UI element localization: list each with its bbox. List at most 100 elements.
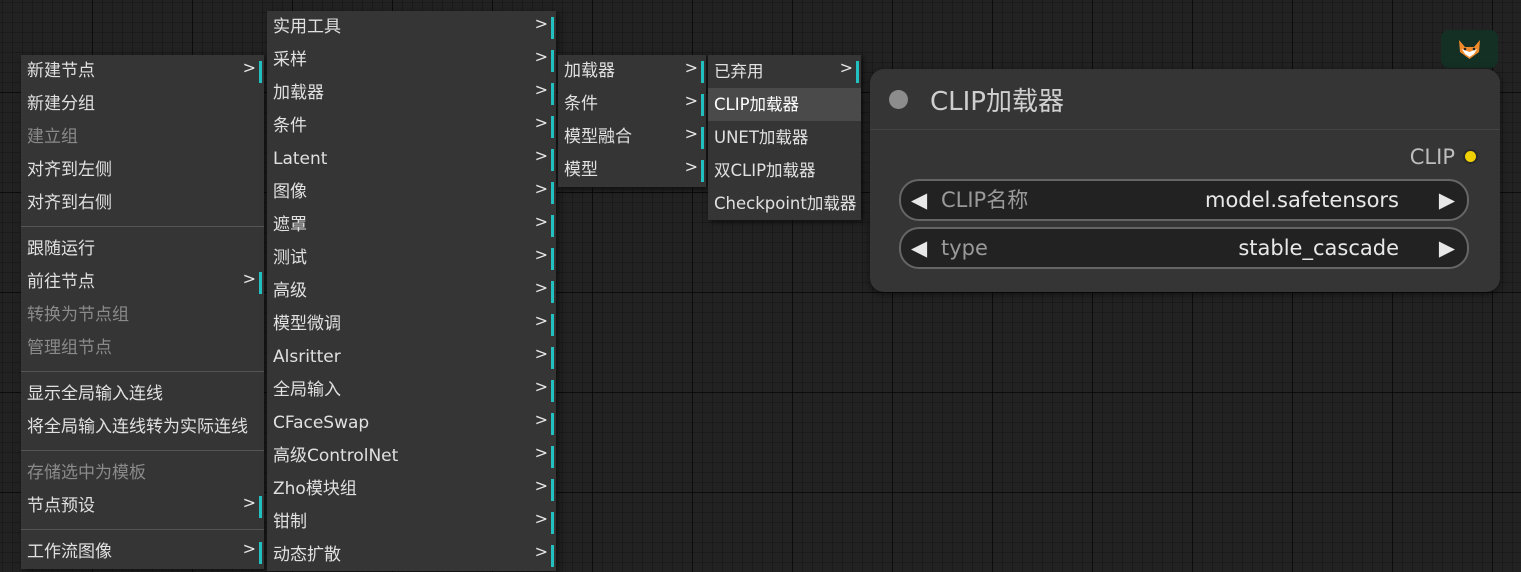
loader-item-checkpoint-loader[interactable]: Checkpoint加载器	[708, 187, 861, 220]
menu-item-label: 显示全局输入连线	[27, 384, 163, 404]
submenu-indicator	[551, 413, 554, 435]
submenu-item-model[interactable]: 模型 >	[558, 154, 706, 187]
menu-item-label: 全局输入	[273, 380, 341, 400]
node-collapse-dot-icon[interactable]	[889, 90, 908, 109]
menu-item-label: 钳制	[273, 512, 307, 532]
category-item-conditioning[interactable]: 条件 >	[267, 110, 556, 143]
submenu-arrow-icon: >	[534, 410, 548, 429]
category-item-alsritter[interactable]: Alsritter >	[267, 341, 556, 374]
submenu-indicator	[551, 83, 554, 105]
menu-item-label: CFaceSwap	[273, 413, 370, 433]
submenu-arrow-icon: >	[534, 377, 548, 396]
loader-item-deprecated[interactable]: 已弃用 >	[708, 55, 861, 88]
submenu-indicator	[551, 50, 554, 72]
submenu-indicator	[551, 182, 554, 204]
fox-icon[interactable]	[1441, 30, 1498, 68]
menu-item-label: Checkpoint加载器	[714, 194, 857, 213]
menu-item-label: 加载器	[564, 61, 615, 81]
menu-item-workflow-image[interactable]: 工作流图像 >	[21, 536, 264, 569]
menu-item-follow-execution[interactable]: 跟随运行	[21, 233, 264, 266]
menu-item-label: 将全局输入连线转为实际连线	[27, 417, 248, 437]
menu-item-label: 双CLIP加载器	[714, 161, 816, 180]
menu-item-label: 遮罩	[273, 215, 307, 235]
menu-item-label: 对齐到左侧	[27, 160, 112, 180]
output-slot-dot-icon[interactable]	[1463, 148, 1478, 164]
submenu-arrow-icon: >	[242, 539, 256, 558]
category-item-model-finetune[interactable]: 模型微调 >	[267, 308, 556, 341]
category-item-advanced-controlnet[interactable]: 高级ControlNet >	[267, 440, 556, 473]
menu-item-label: 新建分组	[27, 94, 95, 114]
decrement-arrow-icon[interactable]: ◀	[911, 229, 927, 267]
submenu-arrow-icon: >	[839, 58, 853, 77]
menu-item-label: 条件	[564, 94, 598, 114]
menu-item-label: 对齐到右侧	[27, 193, 112, 213]
submenu-indicator	[259, 272, 262, 294]
submenu-arrow-icon: >	[534, 344, 548, 363]
menu-item-label: 跟随运行	[27, 239, 95, 259]
submenu-arrow-icon: >	[534, 476, 548, 495]
submenu-arrow-icon: >	[684, 157, 698, 176]
category-item-latent[interactable]: Latent >	[267, 143, 556, 176]
menu-item-label: CLIP加载器	[714, 95, 800, 114]
menu-item-label: 转换为节点组	[27, 305, 129, 325]
node-header[interactable]: CLIP加载器	[870, 69, 1500, 130]
menu-divider	[21, 371, 264, 372]
category-item-image[interactable]: 图像 >	[267, 176, 556, 209]
category-item-utils[interactable]: 实用工具 >	[267, 11, 556, 44]
category-item-cfaceswap[interactable]: CFaceSwap >	[267, 407, 556, 440]
clip-name-combo[interactable]: ◀ CLIP名称 model.safetensors ▶	[899, 179, 1469, 221]
fox-icon-graphic	[1459, 40, 1480, 59]
menu-item-label: 已弃用	[714, 62, 764, 81]
increment-arrow-icon[interactable]: ▶	[1439, 229, 1455, 267]
submenu-arrow-icon: >	[534, 14, 548, 33]
submenu-indicator	[551, 116, 554, 138]
menu-item-convert-global-links[interactable]: 将全局输入连线转为实际连线	[21, 411, 264, 444]
loader-item-unet-loader[interactable]: UNET加载器	[708, 121, 861, 154]
menu-item-show-global-input-links[interactable]: 显示全局输入连线	[21, 378, 264, 411]
menu-item-label: 动态扩散	[273, 545, 341, 565]
menu-item-label: 节点预设	[27, 496, 95, 516]
submenu-arrow-icon: >	[534, 443, 548, 462]
menu-item-label: 建立组	[27, 127, 78, 147]
loader-item-clip-loader[interactable]: CLIP加载器	[708, 88, 861, 121]
category-item-loaders[interactable]: 加载器 >	[267, 77, 556, 110]
submenu-indicator	[551, 149, 554, 171]
submenu-indicator	[551, 446, 554, 468]
submenu-arrow-icon: >	[534, 80, 548, 99]
menu-item-label: Zho模块组	[273, 479, 357, 499]
loader-item-dual-clip-loader[interactable]: 双CLIP加载器	[708, 154, 861, 187]
category-item-clamp[interactable]: 钳制 >	[267, 506, 556, 539]
submenu-indicator	[551, 248, 554, 270]
menu-item-convert-to-group-node: 转换为节点组	[21, 299, 264, 332]
category-item-advanced[interactable]: 高级 >	[267, 275, 556, 308]
menu-divider	[21, 450, 264, 451]
category-item-sampling[interactable]: 采样 >	[267, 44, 556, 77]
submenu-indicator	[551, 314, 554, 336]
clip-loader-node[interactable]: CLIP加载器 CLIP ◀ CLIP名称 model.safetensors …	[870, 69, 1500, 292]
decrement-arrow-icon[interactable]: ◀	[911, 181, 927, 219]
widget-label: type	[941, 236, 988, 260]
menu-item-new-group[interactable]: 新建分组	[21, 88, 264, 121]
category-item-zho-modules[interactable]: Zho模块组 >	[267, 473, 556, 506]
category-item-dynamic-diffusion[interactable]: 动态扩散 >	[267, 539, 556, 572]
submenu-arrow-icon: >	[534, 113, 548, 132]
submenu-indicator	[701, 94, 704, 116]
submenu-arrow-icon: >	[242, 58, 256, 77]
widget-label: CLIP名称	[941, 188, 1029, 212]
menu-item-align-left[interactable]: 对齐到左侧	[21, 154, 264, 187]
menu-item-align-right[interactable]: 对齐到右侧	[21, 187, 264, 220]
menu-item-label: UNET加载器	[714, 128, 809, 147]
menu-item-node-presets[interactable]: 节点预设 >	[21, 490, 264, 523]
submenu-indicator	[856, 61, 859, 83]
category-item-testing[interactable]: 测试 >	[267, 242, 556, 275]
menu-divider	[21, 226, 264, 227]
increment-arrow-icon[interactable]: ▶	[1439, 181, 1455, 219]
menu-item-go-to-node[interactable]: 前往节点 >	[21, 266, 264, 299]
type-combo[interactable]: ◀ type stable_cascade ▶	[899, 227, 1469, 269]
category-item-mask[interactable]: 遮罩 >	[267, 209, 556, 242]
loader-entries-menu: 已弃用 > CLIP加载器 UNET加载器 双CLIP加载器 Checkpoint…	[708, 55, 861, 220]
node-title: CLIP加载器	[930, 87, 1064, 117]
category-item-global-input[interactable]: 全局输入 >	[267, 374, 556, 407]
submenu-arrow-icon: >	[684, 91, 698, 110]
menu-item-new-node[interactable]: 新建节点 >	[21, 55, 264, 88]
